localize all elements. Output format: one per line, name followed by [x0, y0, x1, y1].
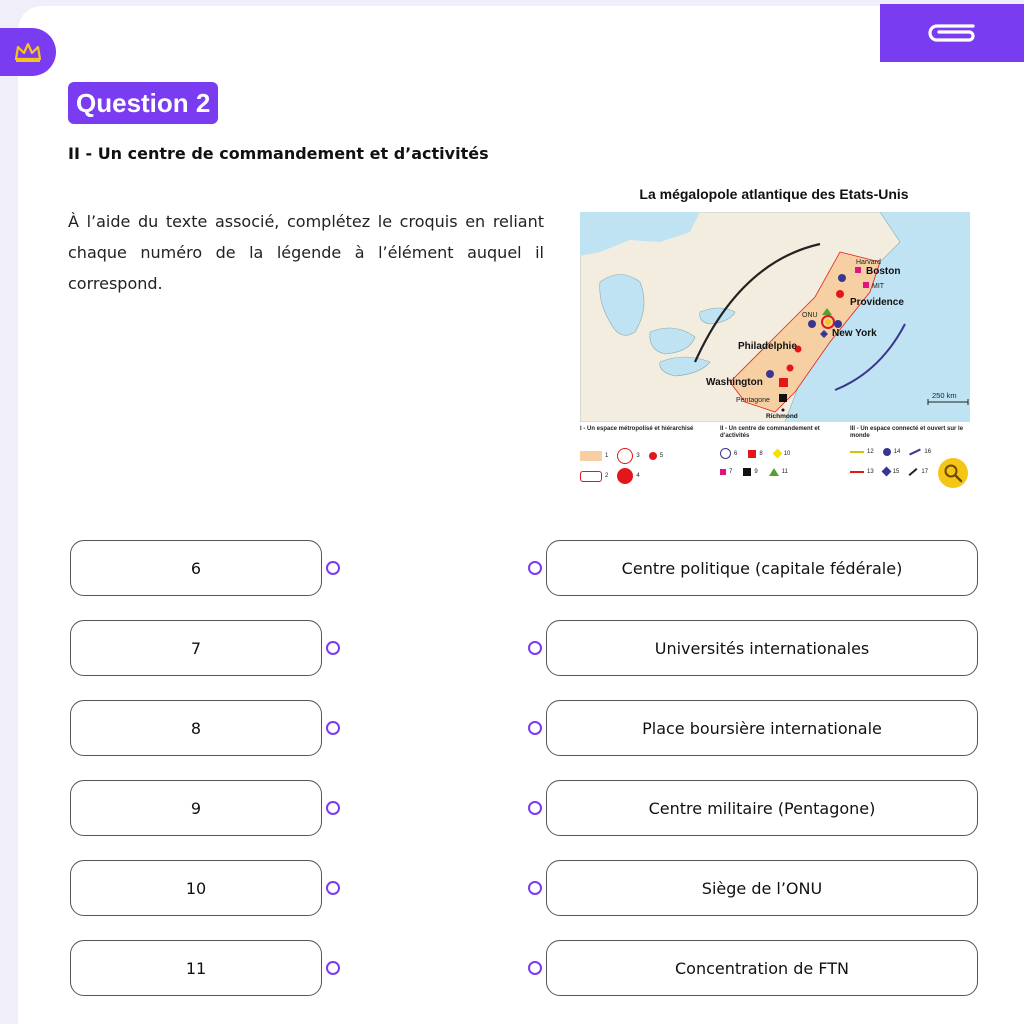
legend-n5: 5: [659, 453, 664, 459]
legend-n15: 15: [892, 468, 900, 475]
legend-number-item[interactable]: 11: [70, 940, 322, 996]
answer-label: Centre militaire (Pentagone): [648, 798, 876, 818]
legend-number-label: 10: [185, 878, 207, 898]
left-connector-dot[interactable]: [326, 961, 340, 975]
answer-item[interactable]: Place boursière internationale: [546, 700, 978, 756]
right-connector-dot[interactable]: [528, 641, 542, 655]
legend-n1: 1: [605, 453, 609, 459]
legend-n2: 2: [605, 473, 609, 479]
label-new-york: New York: [832, 328, 877, 339]
question-label: Question 2: [76, 87, 211, 118]
label-boston: Boston: [866, 266, 900, 277]
legend-n14: 14: [893, 449, 901, 455]
legend-n17: 17: [921, 468, 929, 475]
legend-section-2: II - Un centre de commandement et d’acti…: [720, 426, 840, 476]
right-connector-dot[interactable]: [528, 721, 542, 735]
map-legend: I - Un espace métropolisé et hiérarchisé…: [580, 426, 970, 496]
map-title: La mégalopole atlantique des Etats-Unis: [639, 186, 909, 202]
crown-icon: [14, 42, 42, 62]
right-connector-dot[interactable]: [528, 881, 542, 895]
legend-n6: 6: [734, 450, 738, 457]
legend-number-label: 8: [190, 718, 202, 738]
legend-n16: 16: [924, 449, 932, 455]
label-harvard: Harvard: [856, 259, 881, 266]
legend-number-label: 7: [190, 638, 202, 658]
left-connector-dot[interactable]: [326, 561, 340, 575]
legend-number-item[interactable]: 10: [70, 860, 322, 916]
answer-item[interactable]: Siège de l’ONU: [546, 860, 978, 916]
right-connector-dot[interactable]: [528, 961, 542, 975]
legend-section-1: I - Un espace métropolisé et hiérarchisé…: [580, 426, 700, 484]
answer-label: Siège de l’ONU: [701, 878, 823, 898]
legend-number-item[interactable]: 9: [70, 780, 322, 836]
legend-number-item[interactable]: 7: [70, 620, 322, 676]
attachment-button[interactable]: [880, 4, 1024, 62]
answer-label: Centre politique (capitale fédérale): [621, 558, 903, 578]
legend-section-3: III - Un espace connecté et ouvert sur l…: [850, 426, 968, 477]
left-connector-dot[interactable]: [326, 801, 340, 815]
legend-heading-3: III - Un espace connecté et ouvert sur l…: [850, 426, 964, 439]
label-mit: MIT: [872, 283, 885, 290]
answer-item[interactable]: Centre politique (capitale fédérale): [546, 540, 978, 596]
instructions-text: À l’aide du texte associé, complétez le …: [68, 212, 544, 293]
section-subtitle: II - Un centre de commandement et d’acti…: [68, 144, 489, 163]
legend-n4: 4: [636, 473, 640, 479]
legend-number-label: 9: [190, 798, 202, 818]
app-logo[interactable]: [0, 28, 56, 76]
label-pentagone: Pentagone: [736, 397, 770, 404]
paperclip-icon: [928, 24, 975, 42]
label-onu: ONU: [802, 312, 818, 319]
right-connector-dot[interactable]: [528, 801, 542, 815]
legend-number-item[interactable]: 6: [70, 540, 322, 596]
label-washington: Washington: [706, 377, 763, 388]
legend-heading-1: I - Un espace métropolisé et hiérarchisé: [580, 426, 694, 432]
scale-label: 250 km: [932, 391, 957, 400]
legend-n13: 13: [867, 468, 874, 475]
legend-number-label: 11: [185, 958, 207, 978]
right-connector-dot[interactable]: [528, 561, 542, 575]
legend-n8: 8: [759, 450, 763, 457]
megalopolis-map: Harvard Boston MIT Providence ONU New Yo…: [580, 212, 970, 422]
left-connector-dot[interactable]: [326, 721, 340, 735]
legend-number-item[interactable]: 8: [70, 700, 322, 756]
label-richmond: Richmond: [766, 413, 798, 420]
legend-heading-2: II - Un centre de commandement et d’acti…: [720, 426, 820, 439]
left-connector-dot[interactable]: [326, 641, 340, 655]
legend-n3: 3: [636, 453, 640, 459]
legend-n10: 10: [783, 450, 791, 457]
question-badge: Question 2: [68, 82, 219, 124]
answer-item[interactable]: Universités internationales: [546, 620, 978, 676]
legend-number-label: 6: [190, 558, 202, 578]
answer-label: Universités internationales: [654, 638, 870, 658]
legend-n12: 12: [867, 449, 874, 455]
answer-label: Place boursière internationale: [642, 718, 882, 738]
legend-n9: 9: [754, 469, 758, 475]
left-connector-dot[interactable]: [326, 881, 340, 895]
page: Question 2 II - Un centre de commandemen…: [0, 4, 1024, 1024]
label-philadelphie: Philadelphie: [738, 341, 797, 352]
magnifier-icon: [944, 464, 963, 483]
answer-item[interactable]: Concentration de FTN: [546, 940, 978, 996]
legend-n11: 11: [781, 469, 788, 475]
answer-label: Concentration de FTN: [674, 958, 850, 978]
legend-n7: 7: [729, 469, 733, 475]
zoom-button[interactable]: [938, 458, 968, 488]
label-providence: Providence: [850, 297, 904, 308]
answer-item[interactable]: Centre militaire (Pentagone): [546, 780, 978, 836]
